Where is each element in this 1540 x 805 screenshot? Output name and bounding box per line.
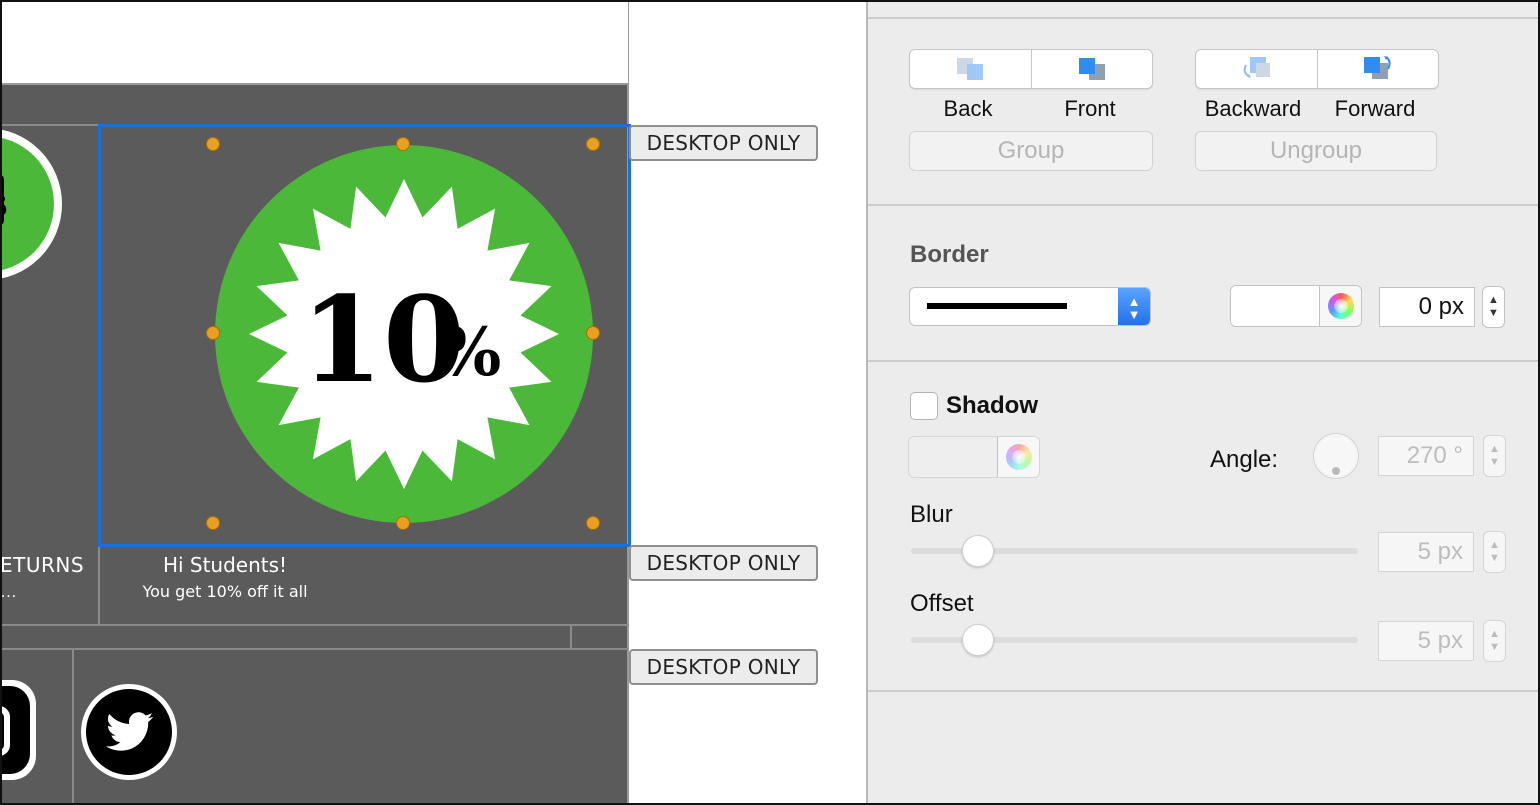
border-style-select[interactable]: ▲ ▼ (909, 287, 1151, 326)
resize-handle-top-left[interactable] (206, 137, 220, 151)
desktop-only-badge[interactable]: DESKTOP ONLY (629, 125, 818, 161)
send-backward-button[interactable] (1196, 50, 1317, 88)
border-width-field[interactable]: 0 px (1379, 287, 1475, 327)
shadow-section-title: Shadow (946, 392, 1039, 419)
bring-forward-button[interactable] (1316, 50, 1439, 88)
offset-slider-thumb[interactable] (962, 624, 994, 656)
resize-handle-top-right[interactable] (586, 137, 600, 151)
offset-field[interactable]: 5 px (1378, 621, 1474, 661)
grid-line (0, 624, 629, 626)
calendar-icon: 5 (0, 136, 54, 272)
resize-handle-left[interactable] (206, 326, 220, 340)
offset-label: Offset (910, 590, 974, 617)
instagram-lens (0, 706, 10, 756)
offset-stepper[interactable]: ▲ ▼ (1483, 620, 1506, 662)
divider (868, 17, 1540, 19)
send-backward-icon (1243, 57, 1271, 78)
bring-to-front-icon (1078, 58, 1105, 80)
resize-handle-bottom-right[interactable] (586, 516, 600, 530)
chevron-updown-icon: ▲ ▼ (1118, 288, 1150, 325)
layer-step-control (1195, 49, 1439, 89)
border-section-title: Border (910, 241, 989, 268)
border-color-well[interactable] (1230, 285, 1362, 327)
percent-badge-icon: 10 % (215, 145, 593, 523)
border-width-stepper[interactable]: ▲ ▼ (1482, 286, 1505, 328)
desktop-only-badge[interactable]: DESKTOP ONLY (629, 649, 818, 685)
divider (868, 204, 1540, 206)
shadow-checkbox[interactable] (910, 392, 938, 420)
angle-stepper[interactable]: ▲ ▼ (1483, 435, 1506, 477)
angle-dial-indicator (1332, 467, 1340, 475)
color-wheel-icon (1327, 293, 1354, 319)
bring-forward-icon (1363, 56, 1391, 79)
divider (868, 360, 1540, 362)
shadow-color-well[interactable] (908, 436, 1040, 478)
blur-stepper[interactable]: ▲ ▼ (1483, 531, 1506, 573)
blur-label: Blur (910, 501, 953, 528)
back-label: Back (943, 96, 993, 121)
color-wheel-icon (1005, 444, 1032, 470)
group-button[interactable]: Group (909, 131, 1153, 171)
bring-to-front-button[interactable] (1030, 50, 1153, 88)
resize-handle-top[interactable] (396, 137, 410, 151)
resize-handle-right[interactable] (586, 326, 600, 340)
angle-label: Angle: (1210, 446, 1279, 473)
send-to-back-icon (957, 58, 984, 80)
color-picker-button[interactable] (1319, 286, 1361, 326)
backward-label: Backward (1204, 96, 1302, 121)
ungroup-button[interactable]: Ungroup (1195, 131, 1437, 171)
resize-handle-bottom-left[interactable] (206, 516, 220, 530)
design-canvas[interactable]: 5 10 % ETURNS … Hi Students! You get 10%… (0, 0, 866, 805)
forward-label: Forward (1334, 96, 1416, 121)
shadow-color-swatch (909, 437, 999, 477)
svg-text:5: 5 (0, 193, 8, 223)
percent-sign: % (439, 313, 502, 391)
color-picker-button[interactable] (997, 437, 1039, 477)
desktop-only-badge[interactable]: DESKTOP ONLY (629, 545, 818, 581)
returns-tile-title: ETURNS (0, 553, 85, 577)
students-tile-title: Hi Students! (162, 553, 288, 577)
returns-tile-subtitle: … (0, 582, 17, 601)
divider (868, 690, 1540, 692)
grid-line (0, 648, 629, 650)
send-to-back-button[interactable] (910, 50, 1031, 88)
students-tile-subtitle: You get 10% off it all (142, 582, 308, 601)
grid-line (72, 648, 74, 805)
resize-handle-bottom[interactable] (396, 516, 410, 530)
front-label: Front (1064, 96, 1116, 121)
twitter-icon (86, 689, 172, 775)
page-header-area[interactable] (0, 0, 629, 85)
blur-slider-thumb[interactable] (962, 535, 994, 567)
angle-field[interactable]: 270 ° (1378, 436, 1474, 476)
grid-line (570, 624, 572, 648)
border-color-swatch (1231, 286, 1321, 326)
layer-order-control (909, 49, 1153, 89)
angle-dial[interactable] (1313, 433, 1359, 479)
blur-field[interactable]: 5 px (1378, 532, 1474, 572)
border-style-preview (927, 303, 1067, 309)
